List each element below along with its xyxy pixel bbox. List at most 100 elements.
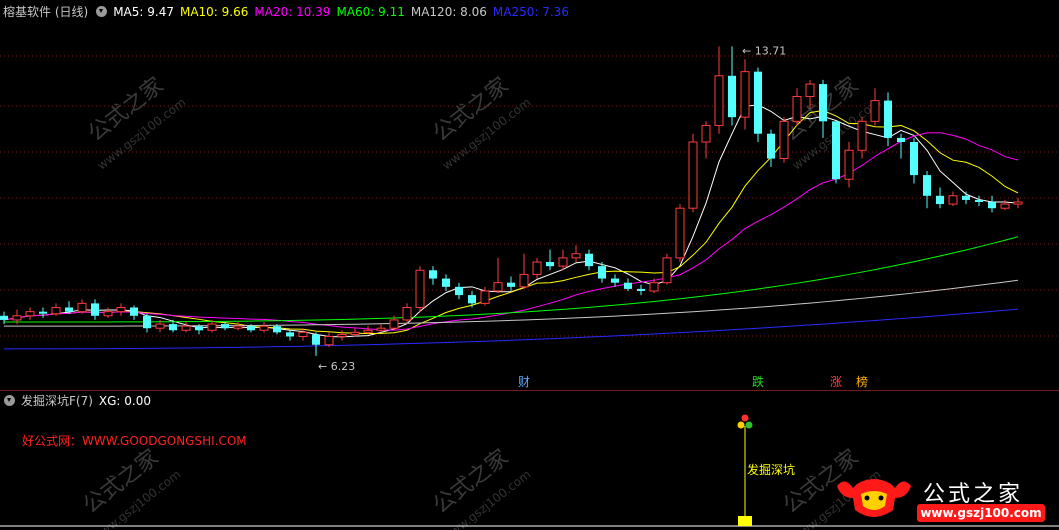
- signal-label: 发掘深坑: [747, 462, 795, 477]
- candle-body: [12, 315, 22, 321]
- candle-body: [832, 121, 840, 180]
- candle-body: [312, 334, 320, 345]
- candle-body: [169, 324, 177, 331]
- candle-body: [455, 286, 463, 296]
- candle-body: [195, 326, 203, 331]
- candle-body: [962, 195, 970, 200]
- candle-body: [571, 253, 581, 259]
- event-marker: 跌: [752, 374, 764, 388]
- candle-body: [77, 302, 87, 313]
- candle-body: [519, 273, 529, 288]
- candle-body: [936, 195, 944, 205]
- candlestick-chart[interactable]: 公式之家www.gszj100.com公式之家www.gszj100.com公式…: [0, 0, 1059, 388]
- candle-body: [480, 290, 490, 304]
- brand-watermark: 公式之家 www.gszj100.com: [831, 476, 1051, 526]
- brand-url-box: www.gszj100.com: [917, 504, 1045, 522]
- candle-body: [442, 278, 450, 287]
- candle-body: [130, 307, 138, 316]
- candle-body: [0, 315, 8, 320]
- candle-body: [1000, 203, 1010, 209]
- candle-body: [714, 75, 724, 126]
- candle-body: [350, 331, 360, 335]
- candle-body: [207, 323, 217, 331]
- candle-body: [415, 269, 425, 309]
- candle-body: [259, 325, 269, 331]
- candle-body: [884, 100, 892, 138]
- candle-body: [91, 303, 99, 316]
- signal-dot-yellow: [737, 421, 745, 429]
- signal-dot-red: [741, 414, 749, 422]
- candle-body: [493, 282, 503, 292]
- candle-body: [429, 270, 437, 279]
- candle-body: [1013, 201, 1023, 205]
- candle-body: [857, 120, 867, 151]
- candle-body: [532, 261, 542, 275]
- candle-body: [701, 124, 711, 143]
- candle-body: [181, 325, 191, 331]
- candle-body: [25, 311, 35, 317]
- diagonal-watermarks: 公式之家www.gszj100.com公式之家www.gszj100.com公式…: [84, 73, 884, 173]
- candle-body: [754, 71, 762, 134]
- watermark-text: 公式之家: [429, 445, 514, 519]
- candle-body: [767, 133, 775, 159]
- candle-body: [39, 311, 47, 314]
- brand-url: www.gszj100.com: [920, 506, 1042, 520]
- candle-body: [792, 95, 802, 122]
- candle-body: [819, 84, 827, 122]
- candle-body: [143, 315, 151, 329]
- ma20-line: [3, 132, 1019, 331]
- candle-body: [910, 142, 918, 176]
- candle-body: [51, 307, 61, 315]
- candle-body: [649, 282, 659, 292]
- candle-body: [233, 325, 243, 329]
- candle-body: [637, 288, 645, 291]
- candle-body: [389, 319, 399, 329]
- candle-body: [988, 202, 996, 209]
- candle-body: [779, 120, 789, 160]
- watermark-text: 公式之家: [429, 73, 514, 147]
- candle-body: [662, 257, 672, 284]
- candle-body: [598, 266, 606, 279]
- candle-body: [558, 257, 568, 267]
- candle-body: [65, 307, 73, 312]
- candle-body: [298, 331, 308, 337]
- candle-body: [376, 327, 386, 331]
- candle-body: [155, 323, 165, 329]
- candle-body: [585, 253, 593, 267]
- candle-body: [402, 307, 412, 321]
- candle-body: [324, 335, 334, 346]
- candle-body: [611, 278, 619, 283]
- event-marker: 涨: [830, 374, 842, 388]
- candle-body: [948, 195, 958, 205]
- event-marker: 财: [518, 375, 530, 388]
- candle-body: [675, 207, 685, 259]
- cow-logo-icon: [837, 479, 911, 517]
- candle-body: [624, 282, 632, 289]
- candle-body: [286, 332, 294, 337]
- candle-body: [728, 75, 736, 118]
- diagonal-watermarks: 公式之家www.gszj100.com公式之家www.gszj100.com公式…: [79, 445, 884, 530]
- candle-body: [337, 333, 347, 337]
- candle-body: [468, 295, 476, 304]
- signal-bar: [738, 516, 752, 526]
- candle-body: [897, 137, 905, 142]
- candle-body: [546, 262, 554, 267]
- candle-body: [103, 311, 113, 317]
- watermark-text: 公式之家: [79, 445, 164, 519]
- high-price-label: ← 13.71: [742, 44, 786, 57]
- candle-body: [870, 100, 880, 122]
- candle-body: [688, 141, 698, 209]
- candle-body: [923, 175, 931, 196]
- candle-body: [221, 324, 229, 329]
- panel-separator: [0, 390, 1059, 391]
- candle-body: [507, 282, 515, 287]
- watermark-text: 公式之家: [84, 73, 169, 147]
- signal-dot-green: [745, 421, 753, 429]
- low-price-label: ← 6.23: [318, 360, 355, 373]
- candle-body: [116, 307, 126, 313]
- candle-body: [844, 149, 854, 180]
- candle-body: [247, 326, 255, 331]
- candle-body: [805, 83, 815, 97]
- candle-body: [273, 326, 281, 333]
- event-marker: 榜: [856, 374, 868, 388]
